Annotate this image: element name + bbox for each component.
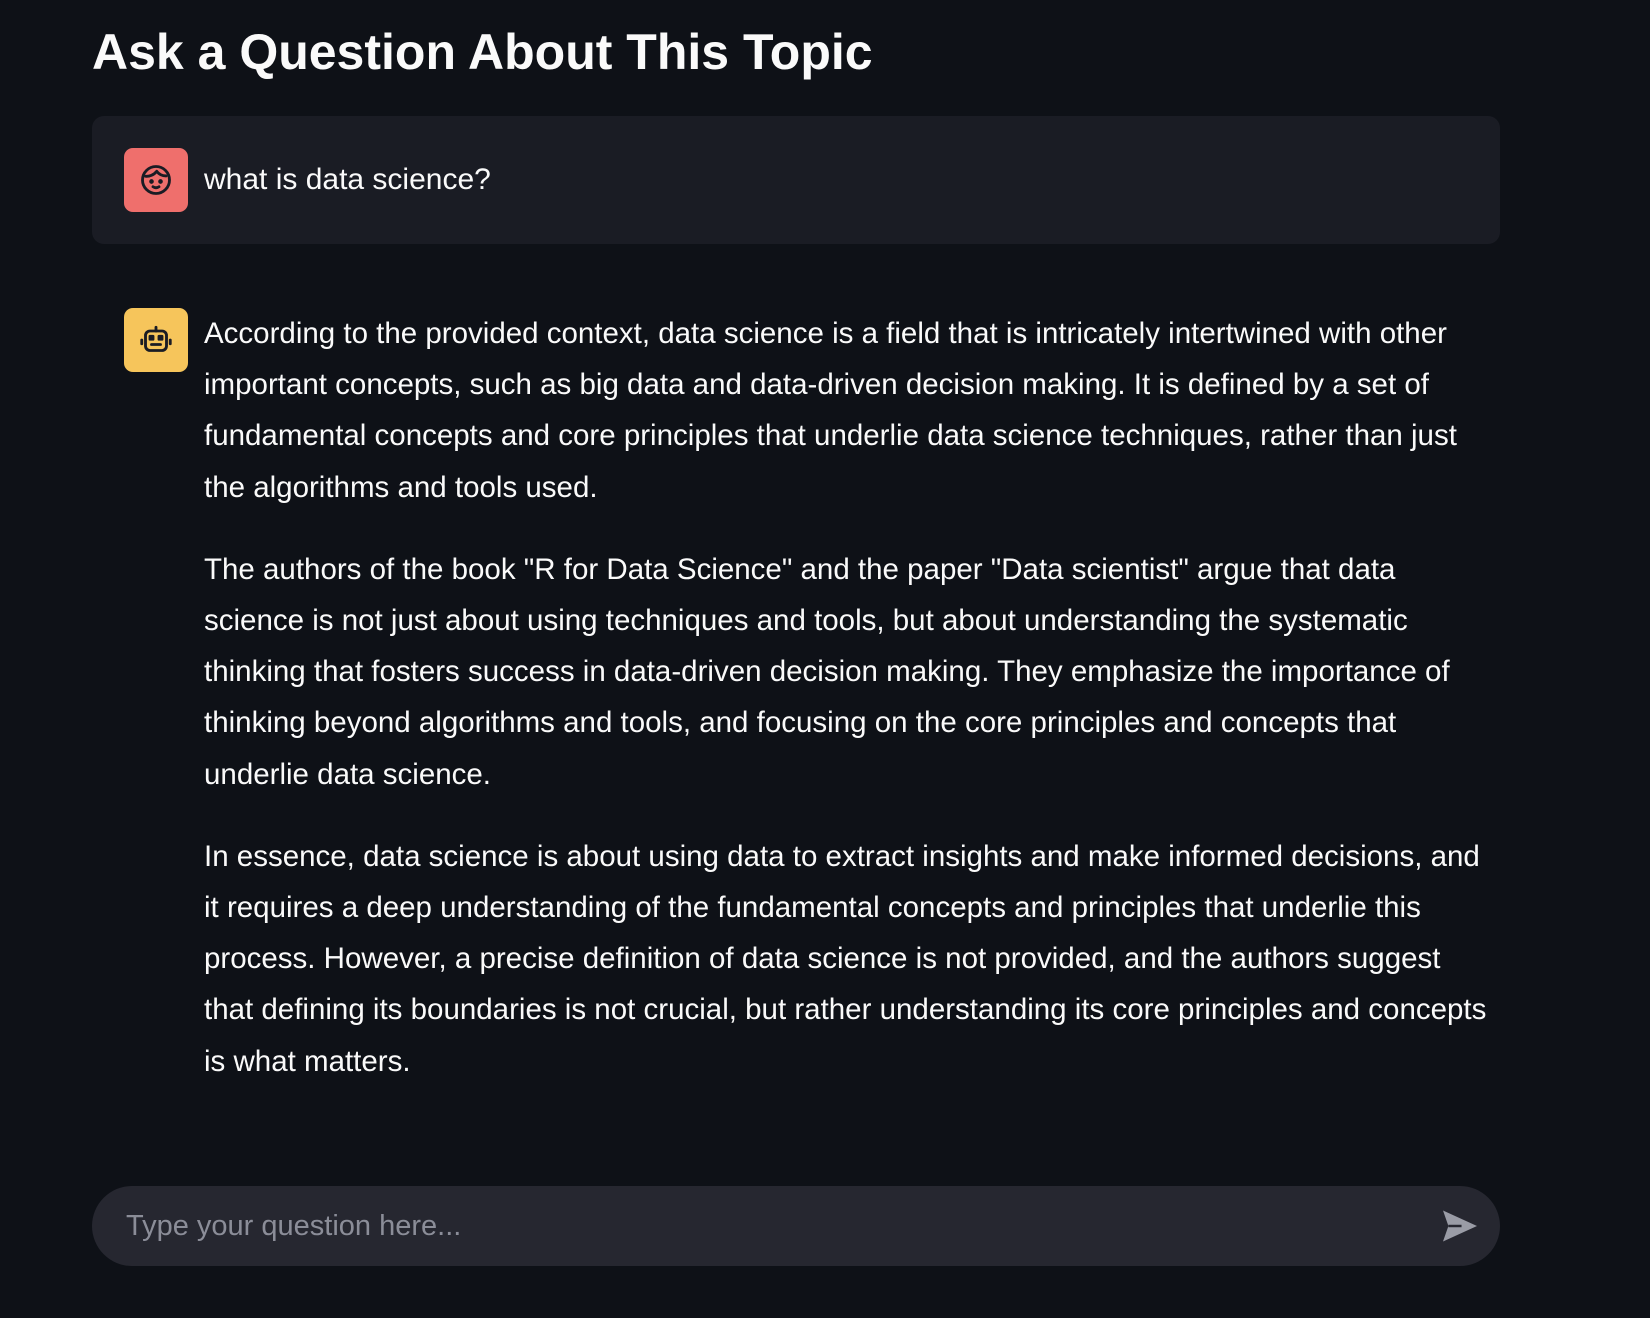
assistant-paragraph: The authors of the book "R for Data Scie… bbox=[204, 552, 1450, 791]
assistant-paragraph: According to the provided context, data … bbox=[204, 317, 1457, 504]
chat-page: Ask a Question About This Topic what is … bbox=[0, 0, 1650, 1318]
assistant-avatar bbox=[124, 308, 188, 372]
chat-input-bar bbox=[92, 1186, 1500, 1266]
user-message-text: what is data science? bbox=[204, 163, 491, 196]
user-face-icon bbox=[141, 165, 171, 195]
send-icon bbox=[1443, 1210, 1477, 1242]
question-input[interactable] bbox=[126, 1186, 1406, 1266]
robot-icon bbox=[140, 325, 172, 352]
assistant-message: According to the provided context, data … bbox=[204, 308, 1494, 1118]
assistant-paragraph: In essence, data science is about using … bbox=[204, 839, 1487, 1078]
user-avatar bbox=[124, 148, 188, 212]
send-button[interactable] bbox=[1438, 1204, 1482, 1248]
page-title: Ask a Question About This Topic bbox=[92, 24, 873, 80]
